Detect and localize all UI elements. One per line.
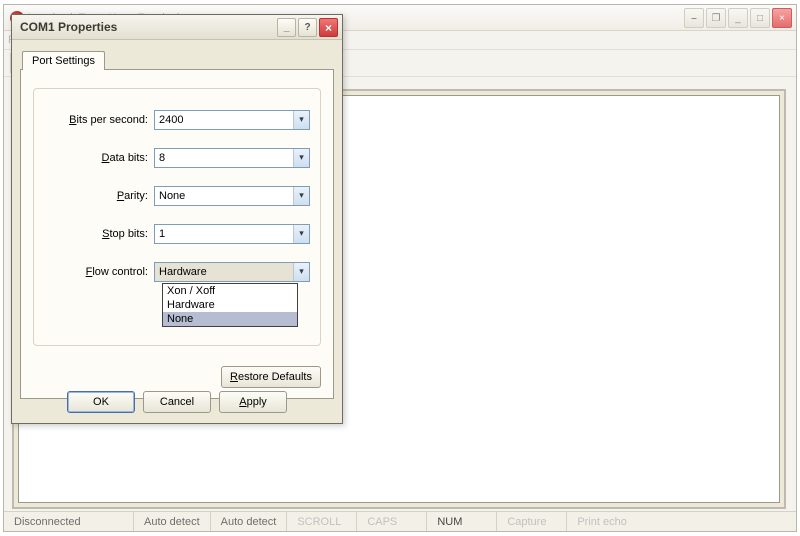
status-capture: Capture [497,512,567,531]
settings-groupbox: Bits per second: 2400 ▾ Data bits: 8 ▾ P… [33,88,321,346]
stopbits-row: Stop bits: 1 ▾ [42,223,310,244]
chevron-down-icon: ▾ [293,149,309,167]
flow-option-none[interactable]: None [163,312,297,326]
port-settings-panel: Bits per second: 2400 ▾ Data bits: 8 ▾ P… [20,69,334,399]
tab-port-settings[interactable]: Port Settings [22,51,105,70]
status-echo: Print echo [567,512,637,531]
dialog-action-row: OK Cancel Apply [12,391,342,413]
parity-value: None [159,190,185,202]
bps-row: Bits per second: 2400 ▾ [42,109,310,130]
stopbits-select[interactable]: 1 ▾ [154,224,310,244]
dialog-title: COM1 Properties [20,20,117,34]
status-num: NUM [427,512,497,531]
chevron-down-icon: ▾ [293,263,309,281]
ok-button[interactable]: OK [67,391,135,413]
status-caps: CAPS [357,512,427,531]
tab-strip: Port Settings [22,48,334,70]
parity-row: Parity: None ▾ [42,185,310,206]
bps-select[interactable]: 2400 ▾ [154,110,310,130]
bps-value: 2400 [159,114,183,126]
databits-select[interactable]: 8 ▾ [154,148,310,168]
status-connection: Disconnected [4,512,134,531]
flow-dropdown-list: Xon / Xoff Hardware None [162,283,298,327]
flow-label: Flow control: [42,266,154,278]
stopbits-label: Stop bits: [42,228,154,240]
main-minimize-button[interactable]: _ [728,8,748,28]
restore-defaults-button[interactable]: Restore Defaults [221,366,321,388]
status-scroll: SCROLL [287,512,357,531]
flow-value: Hardware [159,266,207,278]
databits-label: Data bits: [42,152,154,164]
bps-label: Bits per second: [42,114,154,126]
apply-button[interactable]: Apply [219,391,287,413]
cancel-button[interactable]: Cancel [143,391,211,413]
flow-option-xonxoff[interactable]: Xon / Xoff [163,284,297,298]
status-detect2: Auto detect [211,512,288,531]
parity-select[interactable]: None ▾ [154,186,310,206]
main-shrink1-button[interactable]: ⎯ [684,8,704,28]
databits-value: 8 [159,152,165,164]
chevron-down-icon: ▾ [293,111,309,129]
databits-row: Data bits: 8 ▾ [42,147,310,168]
chevron-down-icon: ▾ [293,187,309,205]
statusbar: Disconnected Auto detect Auto detect SCR… [4,511,796,531]
main-shrink2-button[interactable]: ❐ [706,8,726,28]
dialog-close-button[interactable]: × [319,18,338,37]
status-detect1: Auto detect [134,512,211,531]
flow-option-hardware[interactable]: Hardware [163,298,297,312]
dialog-minimize-button[interactable]: _ [277,18,296,37]
dialog-help-button[interactable]: ? [298,18,317,37]
main-maximize-button[interactable]: □ [750,8,770,28]
parity-label: Parity: [42,190,154,202]
dialog-titlebar: COM1 Properties _ ? × [12,15,342,40]
chevron-down-icon: ▾ [293,225,309,243]
flow-select[interactable]: Hardware ▾ [154,262,310,282]
flow-row: Flow control: Hardware ▾ [42,261,310,282]
main-close-button[interactable]: × [772,8,792,28]
stopbits-value: 1 [159,228,165,240]
com1-properties-dialog: COM1 Properties _ ? × Port Settings Bits… [11,14,343,424]
